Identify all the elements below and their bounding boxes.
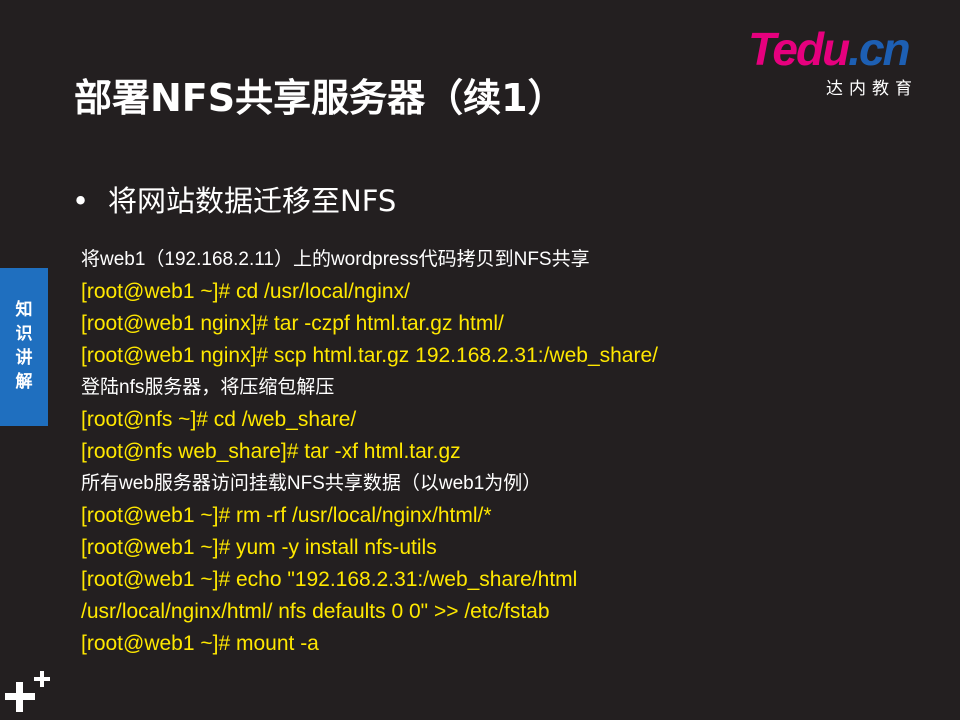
plus-icon — [5, 670, 53, 716]
command-line: [root@web1 ~]# echo "192.168.2.31:/web_s… — [81, 568, 578, 591]
logo-brand-blue: .cn — [848, 23, 910, 75]
command-line: [root@web1 ~]# cd /usr/local/nginx/ — [81, 280, 410, 303]
command-line: [root@web1 ~]# yum -y install nfs-utils — [81, 536, 437, 559]
command-line: [root@web1 ~]# mount -a — [81, 632, 319, 655]
command-line: [root@nfs web_share]# tar -xf html.tar.g… — [81, 440, 461, 463]
bullet-point: • 将网站数据迁移至NFS — [72, 180, 396, 222]
slide-title: 部署NFS共享服务器（续1） — [74, 76, 566, 120]
side-tab-label: 知识讲解 — [15, 300, 33, 392]
bullet-marker: • — [72, 184, 90, 218]
command-line: [root@web1 nginx]# tar -czpf html.tar.gz… — [81, 312, 504, 335]
logo-wordmark: Tedu.cn — [748, 23, 911, 75]
tedu-logo: Tedu.cn 达内教育 — [748, 23, 938, 99]
code-listing: 将web1（192.168.2.11）上的wordpress代码拷贝到NFS共享… — [81, 244, 658, 660]
logo-subtitle: 达内教育 — [826, 79, 918, 99]
bullet-text: 将网站数据迁移至NFS — [108, 184, 397, 218]
command-line: [root@web1 ~]# rm -rf /usr/local/nginx/h… — [81, 504, 492, 527]
note-line: 登陆nfs服务器，将压缩包解压 — [81, 377, 335, 398]
command-line: /usr/local/nginx/html/ nfs defaults 0 0"… — [81, 600, 550, 623]
command-line: [root@web1 nginx]# scp html.tar.gz 192.1… — [81, 344, 658, 367]
note-line: 将web1（192.168.2.11）上的wordpress代码拷贝到NFS共享 — [81, 249, 590, 270]
logo-brand-pink: Tedu — [748, 23, 850, 75]
note-line: 所有web服务器访问挂载NFS共享数据（以web1为例） — [81, 473, 542, 494]
command-line: [root@nfs ~]# cd /web_share/ — [81, 408, 357, 431]
side-tab-knowledge[interactable]: 知识讲解 — [0, 268, 48, 426]
